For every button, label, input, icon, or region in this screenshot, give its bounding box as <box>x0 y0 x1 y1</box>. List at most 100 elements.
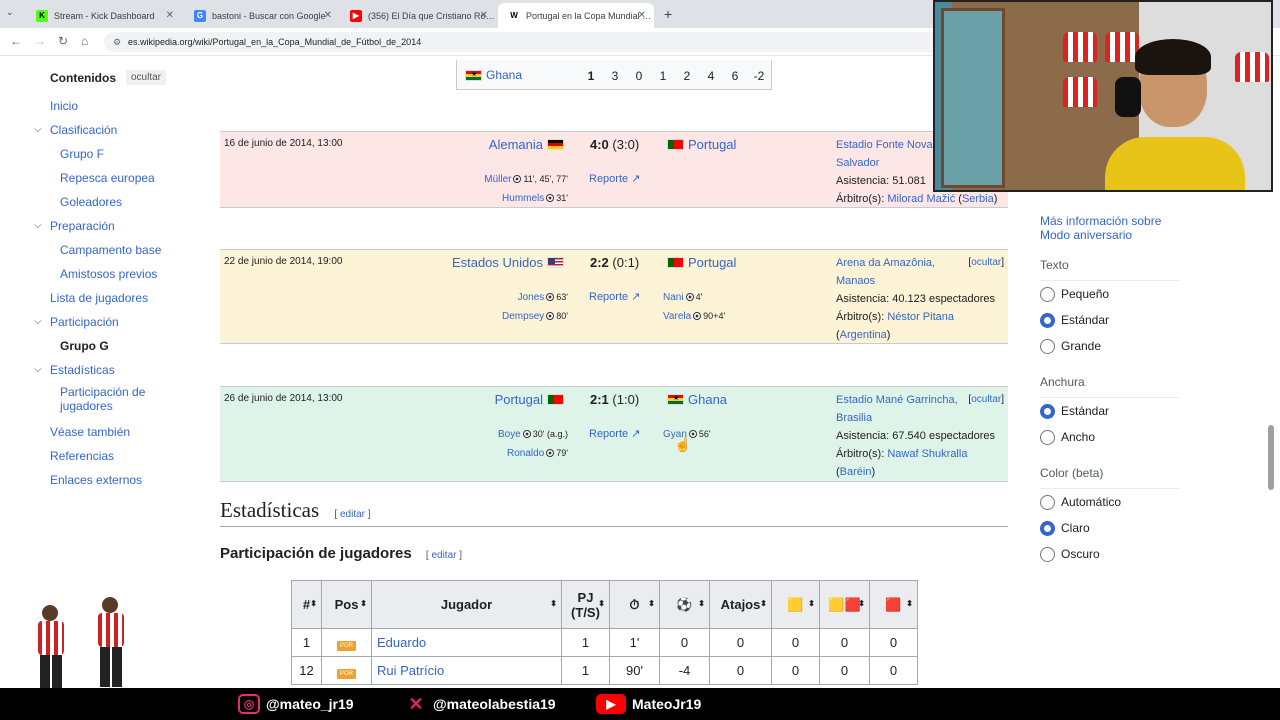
sort-icon[interactable]: ⬍ <box>310 599 317 608</box>
sort-icon[interactable]: ⬍ <box>760 599 767 608</box>
radio-button-icon[interactable] <box>1040 403 1055 419</box>
hide-details-button[interactable]: [ocultar] <box>968 254 1004 272</box>
scorer-link[interactable]: Ronaldo <box>507 448 544 459</box>
toc-item[interactable]: ⌵ Estadísticas <box>30 361 200 385</box>
column-header[interactable]: ⏱ ⬍ <box>609 580 660 629</box>
tab-search-chevron-icon[interactable]: ⌄ <box>6 7 14 18</box>
home-team-link[interactable]: Alemania <box>489 137 543 152</box>
radio-option[interactable]: Estándar <box>1040 307 1180 333</box>
report-link[interactable]: Reporte ↗ <box>589 427 640 440</box>
cell-name[interactable]: Rui Patrício <box>371 656 562 685</box>
toc-item[interactable]: Referencias <box>30 447 200 471</box>
toc-item[interactable]: ⌵ Clasificación <box>30 121 200 145</box>
referee-country-link[interactable]: Serbia <box>962 193 994 205</box>
column-header[interactable]: Jugador ⬍ <box>371 580 562 629</box>
address-bar[interactable]: ⚙ es.wikipedia.org/wiki/Portugal_en_la_C… <box>104 32 944 52</box>
radio-option[interactable]: Estándar <box>1040 398 1180 424</box>
browser-tab[interactable]: W Portugal en la Copa Mundial de... ✕ <box>498 3 654 28</box>
radio-button-icon[interactable] <box>1040 312 1055 328</box>
sort-icon[interactable]: ⬍ <box>906 599 913 608</box>
toc-item[interactable]: Inicio <box>30 97 200 121</box>
back-icon[interactable]: ← <box>10 34 22 48</box>
chevron-down-icon[interactable]: ⌵ <box>34 121 42 139</box>
radio-button-icon[interactable] <box>1040 546 1055 562</box>
column-header[interactable]: Pos ⬍ <box>321 580 372 629</box>
city-link[interactable]: Brasilia <box>836 409 1004 427</box>
radio-option[interactable]: Oscuro <box>1040 541 1180 567</box>
close-tab-icon[interactable]: ✕ <box>166 10 174 21</box>
home-team-link[interactable]: Estados Unidos <box>452 255 543 270</box>
column-header[interactable]: PJ (T/S) ⬍ <box>561 580 610 629</box>
toc-item[interactable]: Enlaces externos <box>30 471 200 495</box>
sort-icon[interactable]: ⬍ <box>858 599 865 608</box>
close-tab-icon[interactable]: ✕ <box>480 10 488 21</box>
reload-icon[interactable]: ↻ <box>58 34 68 48</box>
radio-option[interactable]: Ancho <box>1040 424 1180 450</box>
referee-country-link[interactable]: Argentina <box>840 329 887 341</box>
radio-option[interactable]: Automático <box>1040 489 1180 515</box>
new-tab-icon[interactable]: + <box>664 6 672 22</box>
column-header[interactable]: 🟥 ⬍ <box>869 580 918 629</box>
toc-item[interactable]: Véase también <box>30 423 200 447</box>
sort-icon[interactable]: ⬍ <box>698 599 705 608</box>
scorer-link[interactable]: Varela <box>663 311 691 322</box>
report-link[interactable]: Reporte ↗ <box>589 290 640 303</box>
subsection-edit-link[interactable]: editar <box>431 550 456 561</box>
radio-option[interactable]: Pequeño <box>1040 281 1180 307</box>
home-icon[interactable]: ⌂ <box>81 34 88 48</box>
browser-tab[interactable]: K Stream - Kick Dashboard ✕ <box>26 3 182 28</box>
sort-icon[interactable]: ⬍ <box>550 599 557 608</box>
scorer-link[interactable]: Müller <box>484 174 511 185</box>
radio-button-icon[interactable] <box>1040 429 1055 445</box>
referee-link[interactable]: Nawaf Shukralla <box>887 448 967 460</box>
away-team-link[interactable]: Ghana <box>688 392 727 407</box>
referee-link[interactable]: Néstor Pitana <box>887 311 954 323</box>
section-edit-link[interactable]: editar <box>340 509 365 520</box>
sort-icon[interactable]: ⬍ <box>808 599 815 608</box>
sort-icon[interactable]: ⬍ <box>598 599 605 608</box>
away-team-link[interactable]: Portugal <box>688 255 736 270</box>
cell-name[interactable]: Eduardo <box>371 628 562 657</box>
report-link[interactable]: Reporte ↗ <box>589 172 640 185</box>
site-info-icon[interactable]: ⚙ <box>113 37 121 48</box>
more-info-link[interactable]: Más información sobre Modo aniversario <box>1040 214 1180 242</box>
sort-icon[interactable]: ⬍ <box>648 599 655 608</box>
home-team-link[interactable]: Portugal <box>495 392 543 407</box>
close-tab-icon[interactable]: ✕ <box>324 10 332 21</box>
toc-item[interactable]: Goleadores <box>30 193 200 217</box>
chevron-down-icon[interactable]: ⌵ <box>34 217 42 235</box>
forward-icon[interactable]: → <box>34 34 46 48</box>
browser-tab[interactable]: ▶ (356) El Día que Cristiano Ronaldo...✕ <box>340 3 496 28</box>
chevron-down-icon[interactable]: ⌵ <box>34 361 42 379</box>
scorer-link[interactable]: Hummels <box>502 193 544 204</box>
standing-team-link[interactable]: Ghana <box>486 68 522 82</box>
toc-item[interactable]: Grupo F <box>30 145 200 169</box>
radio-option[interactable]: Claro <box>1040 515 1180 541</box>
city-link[interactable]: Manaos <box>836 272 1004 290</box>
close-tab-icon[interactable]: ✕ <box>638 10 646 21</box>
referee-link[interactable]: Milorad Mažić <box>887 193 955 205</box>
scorer-link[interactable]: Nani <box>663 292 684 303</box>
radio-option[interactable]: Grande <box>1040 333 1180 359</box>
scorer-link[interactable]: Jones <box>518 292 545 303</box>
column-header[interactable]: ⚽ ⬍ <box>659 580 710 629</box>
column-header[interactable]: 🟨 ⬍ <box>771 580 820 629</box>
radio-button-icon[interactable] <box>1040 286 1055 302</box>
column-header[interactable]: Atajos ⬍ <box>709 580 772 629</box>
toc-item[interactable]: Amistosos previos <box>30 265 200 289</box>
sort-icon[interactable]: ⬍ <box>360 599 367 608</box>
referee-country-link[interactable]: Baréin <box>840 466 872 478</box>
toc-hide-button[interactable]: ocultar <box>126 70 167 85</box>
away-team-link[interactable]: Portugal <box>688 137 736 152</box>
radio-button-icon[interactable] <box>1040 520 1055 536</box>
scorer-link[interactable]: Boye <box>498 429 521 440</box>
toc-item[interactable]: Participación de jugadores <box>30 385 200 423</box>
toc-item[interactable]: ⌵ Participación <box>30 313 200 337</box>
radio-button-icon[interactable] <box>1040 338 1055 354</box>
scrollbar-thumb[interactable] <box>1268 425 1274 490</box>
toc-item[interactable]: Repesca europea <box>30 169 200 193</box>
browser-tab[interactable]: Gbastoni - Buscar con Google ✕ <box>184 3 340 28</box>
toc-item[interactable]: Lista de jugadores <box>30 289 200 313</box>
toc-item[interactable]: Grupo G <box>30 337 200 361</box>
radio-button-icon[interactable] <box>1040 494 1055 510</box>
